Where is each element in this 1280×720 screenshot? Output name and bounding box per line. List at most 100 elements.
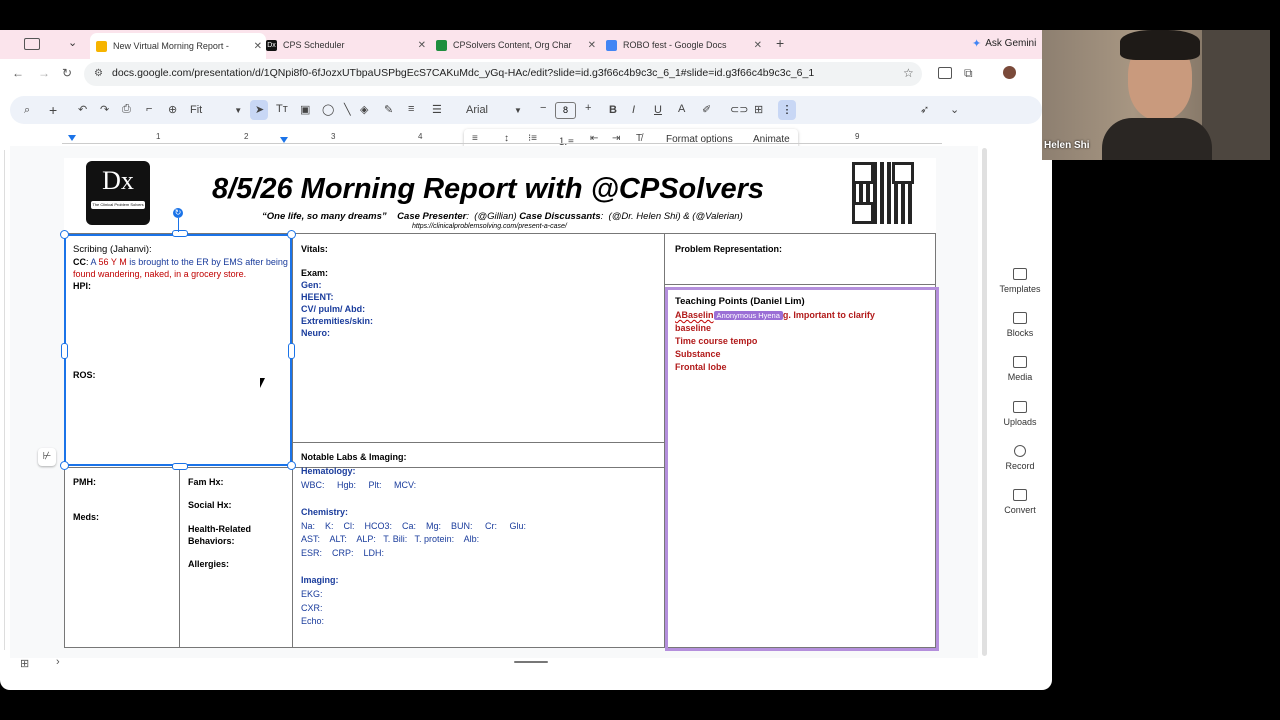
profile-avatar[interactable] <box>1003 66 1016 79</box>
more-options-icon[interactable]: ⋮ <box>778 100 796 120</box>
image-icon[interactable]: ▣ <box>300 103 310 116</box>
selection-box[interactable] <box>64 234 292 466</box>
teaching-item[interactable]: Frontal lobe <box>675 361 727 373</box>
resize-handle[interactable] <box>288 343 295 359</box>
ask-gemini-button[interactable]: ✦ Ask Gemini <box>972 37 1036 50</box>
health-behaviors-label-2: Behaviors: <box>188 536 235 546</box>
dropdown-arrow-icon: ▼ <box>514 106 522 115</box>
slides-icon <box>96 40 107 52</box>
vitals-label: Vitals: <box>301 244 328 254</box>
resize-handle[interactable] <box>172 230 188 237</box>
horizontal-ruler[interactable] <box>62 143 942 144</box>
highlight-icon[interactable]: ✐ <box>702 103 711 116</box>
resize-handle[interactable] <box>61 343 68 359</box>
site-info-icon[interactable]: ⚙ <box>94 68 103 79</box>
chevron-down-icon[interactable]: ⌄ <box>68 36 77 49</box>
slide-title: 8/5/26 Morning Report with @CPSolvers <box>212 173 764 205</box>
zoom-icon[interactable]: ⊕ <box>168 103 177 116</box>
pmh-label: PMH: <box>73 477 96 487</box>
close-icon[interactable]: ✕ <box>254 41 262 52</box>
border-weight-icon[interactable]: ≡ <box>408 103 414 115</box>
divider <box>64 467 664 468</box>
resize-handle[interactable] <box>60 230 69 239</box>
teaching-item[interactable]: Time course tempo <box>675 335 757 347</box>
close-icon[interactable]: ✕ <box>588 40 596 51</box>
decrease-font-icon[interactable]: − <box>540 102 546 114</box>
font-size-input[interactable]: 8 <box>555 102 576 119</box>
ruler-mark: 2 <box>244 132 249 141</box>
increase-font-icon[interactable]: + <box>585 102 591 114</box>
right-indent-marker[interactable] <box>280 137 288 143</box>
new-tab-icon[interactable]: + <box>776 35 784 51</box>
italic-icon[interactable]: I <box>632 104 635 116</box>
resize-handle[interactable] <box>172 463 188 470</box>
ruler-mark: 1 <box>156 132 161 141</box>
strikethrough-icon[interactable]: ⊬ <box>38 448 56 466</box>
tab-groups-icon[interactable] <box>24 38 40 50</box>
left-indent-marker[interactable] <box>68 135 76 141</box>
link-icon[interactable]: ⊂⊃ <box>730 103 748 116</box>
resize-handle[interactable] <box>287 230 296 239</box>
record-button[interactable]: Record <box>995 445 1045 471</box>
search-menus-icon[interactable]: ⌕ <box>24 104 30 117</box>
border-dash-icon[interactable]: ☰ <box>432 103 442 116</box>
media-button[interactable]: Media <box>995 356 1045 382</box>
extensions-icon[interactable]: ⧉ <box>964 66 973 81</box>
resize-handle[interactable] <box>287 461 296 470</box>
forward-icon[interactable]: → <box>38 66 50 80</box>
health-behaviors-label: Health-Related <box>188 524 252 534</box>
folder-icon <box>1013 401 1027 413</box>
close-icon[interactable]: ✕ <box>754 40 762 51</box>
new-slide-icon[interactable]: + <box>49 102 57 118</box>
tab-robo-fest[interactable]: ROBO fest - Google Docs ✕ <box>606 34 762 56</box>
blocks-button[interactable]: Blocks <box>995 312 1045 338</box>
bold-icon[interactable]: B <box>609 104 617 116</box>
fill-color-icon[interactable]: ◈ <box>360 103 368 116</box>
problem-representation-label: Problem Representation: <box>675 244 783 254</box>
uploads-button[interactable]: Uploads <box>995 401 1045 427</box>
back-icon[interactable]: ← <box>12 66 24 80</box>
comment-icon[interactable]: ⊞ <box>754 103 763 116</box>
undo-icon[interactable]: ↶ <box>78 103 87 116</box>
gen-label: Gen: <box>301 280 322 290</box>
text-color-icon[interactable]: A <box>678 103 685 115</box>
pen-tool-icon[interactable]: ➶ <box>920 103 929 116</box>
tab-morning-report[interactable]: New Virtual Morning Report - ✕ <box>90 33 266 59</box>
tab-cps-scheduler[interactable]: Dx CPS Scheduler ✕ <box>266 34 426 56</box>
bookmark-star-icon[interactable]: ☆ <box>903 66 914 80</box>
filmstrip-handle[interactable] <box>514 661 548 663</box>
border-color-icon[interactable]: ✎ <box>384 103 393 116</box>
zoom-select[interactable]: Fit ▼ <box>190 104 242 116</box>
cursor-icon: ➤ <box>255 104 265 116</box>
redo-icon[interactable]: ↷ <box>100 103 109 116</box>
line-icon[interactable]: ╲ <box>344 103 351 116</box>
person-body <box>1102 118 1212 160</box>
underline-icon[interactable]: U <box>654 104 662 116</box>
text-box-icon[interactable]: Tт <box>276 103 288 115</box>
participant-name: Helen Shi <box>1044 140 1090 151</box>
divider <box>292 233 293 648</box>
chevron-up-icon[interactable]: ⌄ <box>950 103 959 116</box>
convert-button[interactable]: Convert <box>995 489 1045 515</box>
grid-view-icon[interactable]: ⊞ <box>20 657 29 670</box>
reload-icon[interactable]: ↻ <box>62 66 72 80</box>
cast-icon[interactable] <box>938 67 952 79</box>
shape-icon[interactable]: ◯ <box>322 103 334 116</box>
paint-format-icon[interactable]: ⌐ <box>146 103 152 115</box>
chemistry-row: ESR: CRP: LDH: <box>301 548 385 558</box>
chevron-right-icon[interactable]: › <box>56 656 60 668</box>
font-select[interactable]: Arial ▼ <box>466 104 522 116</box>
close-icon[interactable]: ✕ <box>418 40 426 51</box>
vertical-scrollbar[interactable] <box>982 148 987 656</box>
rotate-handle-icon[interactable]: ↻ <box>173 208 183 218</box>
tab-cpsolvers-content[interactable]: CPSolvers Content, Org Char ✕ <box>436 34 596 56</box>
teaching-item[interactable]: Substance <box>675 348 721 360</box>
record-icon <box>1014 445 1026 457</box>
teaching-line-1[interactable]: ABaselin Anonymous Hyena g. Important to c… <box>675 309 875 322</box>
templates-button[interactable]: Templates <box>995 268 1045 294</box>
ruler-mark: 9 <box>855 132 860 141</box>
teaching-line-2[interactable]: baseline <box>675 322 711 334</box>
vertical-ruler[interactable] <box>4 150 5 650</box>
print-icon[interactable]: ⎙ <box>122 103 131 116</box>
resize-handle[interactable] <box>60 461 69 470</box>
